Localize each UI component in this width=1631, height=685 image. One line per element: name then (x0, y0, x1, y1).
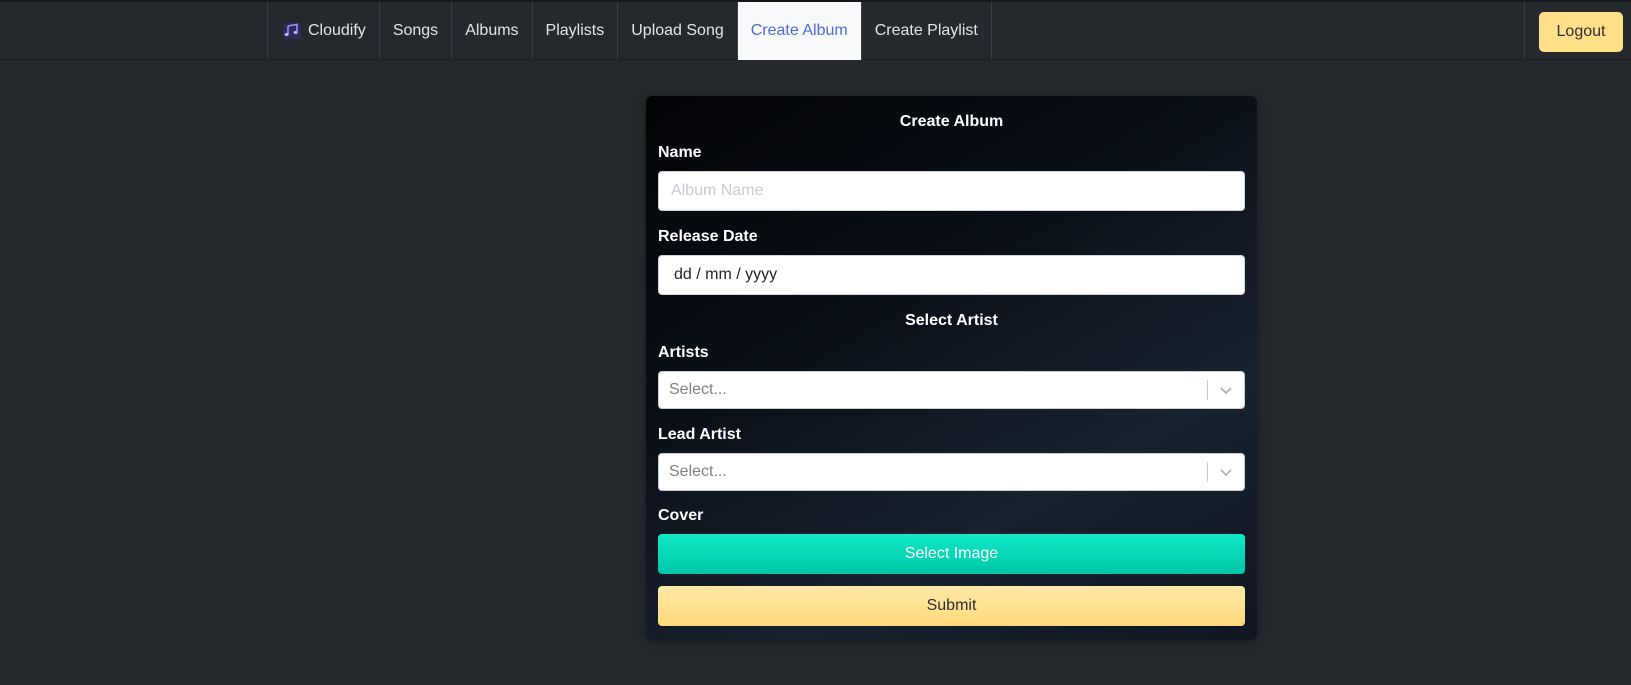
submit-button[interactable]: Submit (658, 586, 1245, 626)
lead-artist-select[interactable]: Select... (658, 453, 1245, 491)
logout-button[interactable]: Logout (1539, 12, 1623, 52)
nav-create-playlist[interactable]: Create Playlist (862, 2, 992, 60)
release-date-value: dd / mm / yyyy (674, 266, 778, 283)
nav-links: Cloudify Songs Albums Playlists Upload S… (267, 2, 992, 60)
chevron-down-icon[interactable] (1208, 454, 1244, 490)
create-album-card: Create Album Name Release Date dd / mm /… (646, 96, 1257, 640)
artists-label: Artists (658, 344, 709, 361)
nav-songs[interactable]: Songs (380, 2, 453, 60)
release-date-label: Release Date (658, 228, 758, 245)
brand-label: Cloudify (308, 22, 366, 39)
cover-label: Cover (658, 507, 704, 524)
lead-artist-select-placeholder: Select... (669, 463, 727, 480)
release-date-input[interactable]: dd / mm / yyyy (658, 255, 1245, 295)
nav-brand[interactable]: Cloudify (268, 2, 380, 60)
chevron-down-icon[interactable] (1208, 372, 1244, 408)
artists-select[interactable]: Select... (658, 371, 1245, 409)
lead-artist-label: Lead Artist (658, 426, 741, 443)
nav-playlists[interactable]: Playlists (533, 2, 619, 60)
music-notes-icon (282, 21, 302, 41)
nav-albums[interactable]: Albums (452, 2, 533, 60)
nav-right-section: Logout (1524, 2, 1631, 60)
artists-select-placeholder: Select... (669, 381, 727, 398)
album-name-input[interactable] (658, 171, 1245, 211)
select-artist-heading: Select Artist (905, 312, 998, 329)
top-navbar: Cloudify Songs Albums Playlists Upload S… (0, 0, 1631, 60)
nav-create-album[interactable]: Create Album (737, 2, 862, 60)
select-image-button[interactable]: Select Image (658, 534, 1245, 574)
name-label: Name (658, 144, 702, 161)
nav-upload-song[interactable]: Upload Song (618, 2, 738, 60)
form-title: Create Album (899, 113, 1004, 130)
